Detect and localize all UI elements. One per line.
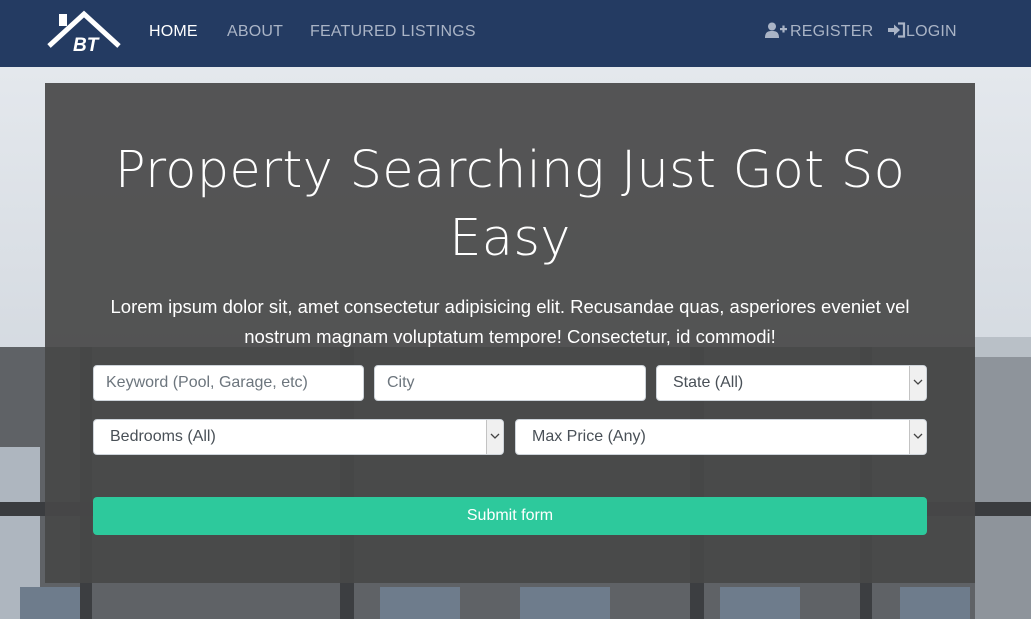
hero-title: Property Searching Just Got So Easy <box>45 137 975 273</box>
hero-lead-text: Lorem ipsum dolor sit, amet consectetur … <box>110 296 910 347</box>
max-price-select[interactable]: Max Price (Any) <box>515 419 927 455</box>
sign-in-icon <box>888 22 906 44</box>
state-select-value: State (All) <box>673 374 744 391</box>
hero-title-line2: Easy <box>449 209 571 268</box>
register-label: REGISTER <box>790 23 874 40</box>
hero-title-line1: Property Searching Just Got So <box>114 141 906 200</box>
house-roof-icon: BT <box>47 10 121 56</box>
nav-home-link[interactable]: HOME <box>149 22 198 42</box>
chevron-down-icon <box>913 379 923 385</box>
nav-featured-listings-link[interactable]: FEATURED LISTINGS <box>310 22 476 42</box>
bedrooms-select-value: Bedrooms (All) <box>110 428 216 445</box>
max-price-select-value: Max Price (Any) <box>532 428 646 445</box>
nav-login-link[interactable]: LOGIN <box>888 22 957 44</box>
state-select[interactable]: State (All) <box>656 365 927 401</box>
search-overlay-card: Property Searching Just Got So Easy Lore… <box>45 83 975 583</box>
state-select-arrow[interactable] <box>909 366 926 400</box>
city-input[interactable] <box>374 365 646 401</box>
chevron-down-icon <box>490 433 500 439</box>
bedrooms-select-arrow[interactable] <box>486 420 503 454</box>
navbar: BT HOME ABOUT FEATURED LISTINGS REGISTER… <box>0 0 1031 67</box>
brand-logo[interactable]: BT <box>47 10 123 56</box>
keyword-input[interactable] <box>93 365 364 401</box>
login-label: LOGIN <box>906 23 957 40</box>
chevron-down-icon <box>913 433 923 439</box>
nav-about-link[interactable]: ABOUT <box>227 22 283 42</box>
brand-text: BT <box>73 35 100 54</box>
user-plus-icon <box>765 22 787 44</box>
nav-register-link[interactable]: REGISTER <box>765 22 873 44</box>
max-price-select-arrow[interactable] <box>909 420 926 454</box>
bedrooms-select[interactable]: Bedrooms (All) <box>93 419 504 455</box>
submit-form-button[interactable]: Submit form <box>93 497 927 535</box>
